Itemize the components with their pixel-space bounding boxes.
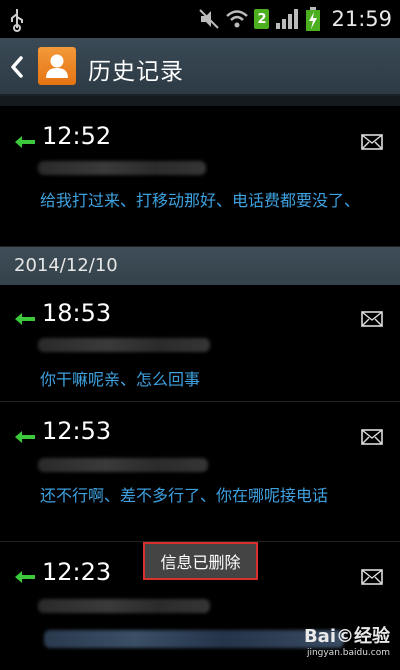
message-time: 12:23 — [42, 558, 112, 586]
redacted-sender — [38, 458, 208, 472]
page-title: 历史记录 — [88, 59, 184, 85]
date-header: 2014/12/10 — [0, 247, 400, 285]
watermark: Bai©经验 jingyan.baidu.com — [304, 622, 390, 658]
wifi-icon — [226, 10, 249, 28]
notification-count-badge: 2 — [254, 9, 270, 29]
message-text: 给我打过来、打移动那好、电话费都要没了、 — [40, 191, 361, 210]
watermark-url: jingyan.baidu.com — [306, 648, 390, 658]
envelope-icon[interactable] — [361, 569, 383, 585]
message-time: 18:53 — [42, 299, 112, 327]
battery-charging-icon — [306, 7, 321, 31]
redacted-sender — [38, 338, 210, 352]
mute-icon — [199, 9, 220, 29]
message-item[interactable]: 18:53 你干嘛呢亲、怎么回事 — [0, 285, 400, 402]
action-bar: 历史记录 — [0, 38, 400, 96]
incoming-arrow-icon — [15, 571, 35, 583]
incoming-arrow-icon — [15, 313, 35, 325]
message-time: 12:52 — [42, 122, 112, 150]
redacted-message — [44, 630, 344, 648]
redacted-sender — [38, 161, 206, 175]
incoming-arrow-icon — [15, 431, 35, 443]
toast-text: 信息已删除 — [160, 553, 241, 572]
clock: 21:59 — [331, 7, 392, 31]
incoming-arrow-icon — [15, 136, 35, 148]
envelope-icon[interactable] — [361, 311, 383, 327]
redacted-sender — [38, 599, 210, 613]
message-time: 12:53 — [42, 417, 112, 445]
envelope-icon[interactable] — [361, 134, 383, 150]
usb-icon — [11, 9, 23, 32]
date-header-label: 2014/12/10 — [14, 255, 118, 276]
message-item[interactable]: 12:53 还不行啊、差不多行了、你在哪呢接电话 — [0, 402, 400, 542]
message-text: 还不行啊、差不多行了、你在哪呢接电话 — [40, 486, 329, 505]
toast-notification: 信息已删除 — [143, 542, 258, 580]
signal-icon — [276, 9, 299, 29]
contact-avatar-icon[interactable] — [38, 47, 76, 85]
back-arrow-icon[interactable] — [10, 55, 24, 79]
envelope-icon[interactable] — [361, 429, 383, 445]
status-bar: 2 21:59 — [0, 0, 400, 38]
message-item[interactable]: 12:52 给我打过来、打移动那好、电话费都要没了、 — [0, 106, 400, 247]
watermark-logo: Bai©经验 — [303, 626, 390, 647]
message-text: 你干嘛呢亲、怎么回事 — [40, 370, 201, 389]
divider — [0, 96, 400, 106]
